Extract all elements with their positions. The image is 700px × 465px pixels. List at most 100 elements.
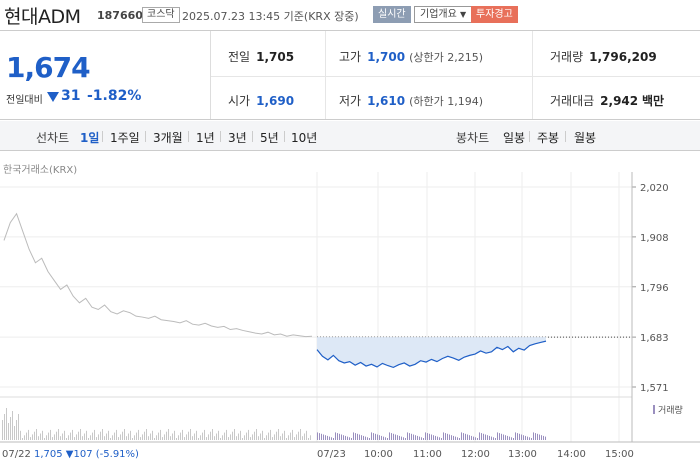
volume-bar — [180, 432, 181, 440]
x-tick-label: 12:00 — [461, 449, 490, 460]
volume-bar — [236, 436, 237, 440]
volume-bar — [126, 436, 127, 440]
volume-bar — [537, 433, 538, 440]
tab-1y[interactable]: 1년 — [196, 129, 215, 146]
amount-cell: 거래대금 2,942 백만 — [550, 92, 664, 109]
row-divider — [211, 76, 700, 77]
volume-bar — [142, 434, 143, 440]
volume-bar — [64, 430, 65, 440]
amount-value: 2,942 — [600, 94, 639, 108]
x-tick-label: 14:00 — [557, 449, 586, 460]
volume-bar — [497, 432, 498, 440]
volume-bar — [188, 431, 189, 440]
volume-bar — [206, 437, 207, 440]
company-overview-button[interactable]: 기업개요 ▼ — [414, 6, 473, 23]
volume-bar — [403, 437, 404, 440]
volume-bar — [162, 437, 163, 440]
volume-bar — [405, 438, 406, 440]
tab-divider — [252, 131, 253, 142]
volume-bar — [24, 435, 25, 440]
volume-bar — [317, 432, 318, 440]
volume-bar — [481, 433, 482, 440]
volume-bar — [56, 431, 57, 440]
volume-bar — [72, 429, 73, 440]
tab-5y[interactable]: 5년 — [260, 129, 279, 146]
volume-bar — [248, 429, 249, 440]
volume-bar — [238, 433, 239, 440]
volume-bar — [98, 434, 99, 440]
volume-bar — [152, 430, 153, 440]
candle-chart-label: 봉차트 — [456, 131, 490, 145]
volume-bar — [154, 438, 155, 440]
tab-3m[interactable]: 3개월 — [153, 129, 183, 146]
volume-bar — [304, 433, 305, 440]
volume-bar — [276, 431, 277, 440]
volume-bar — [160, 429, 161, 440]
tab-3y[interactable]: 3년 — [228, 129, 247, 146]
prev-day-line — [3, 212, 313, 338]
volume-bar — [407, 432, 408, 440]
volume-bar — [467, 434, 468, 440]
volume-bar — [280, 436, 281, 440]
volume-bar — [114, 432, 115, 440]
volume-bar — [387, 438, 388, 440]
current-price-box: 1,674 전일대비 31 -1.82% — [0, 31, 211, 119]
tab-daily[interactable]: 일봉 — [503, 129, 525, 146]
volume-bar — [36, 429, 37, 440]
x-tick-label: 11:00 — [413, 449, 442, 460]
tab-1d[interactable]: 1일 — [80, 129, 99, 146]
volume-bar — [158, 432, 159, 440]
volume-bar — [302, 436, 303, 440]
market-badge: 코스닥 — [142, 7, 180, 23]
volume-bar — [214, 436, 215, 440]
column-divider — [532, 31, 533, 119]
investment-warning-badge[interactable]: 투자경고 — [471, 6, 518, 23]
volume-bar — [134, 435, 135, 440]
volume-bar — [186, 434, 187, 440]
volume-bar — [501, 433, 502, 440]
tab-10y[interactable]: 10년 — [291, 129, 317, 146]
volume-value: 1,796,209 — [589, 50, 657, 64]
volume-bar — [250, 437, 251, 440]
volume-bar — [96, 437, 97, 440]
volume-bar — [391, 433, 392, 440]
volume-bar — [417, 435, 418, 440]
volume-bar — [439, 437, 440, 440]
tab-monthly[interactable]: 월봉 — [574, 129, 596, 146]
current-price: 1,674 — [6, 51, 91, 84]
volume-bar — [535, 433, 536, 440]
volume-bar — [355, 433, 356, 440]
volume-bar — [242, 438, 243, 440]
volume-bar — [120, 434, 121, 440]
volume-bar — [268, 432, 269, 440]
volume-bar — [282, 433, 283, 440]
volume-bar — [377, 434, 378, 440]
volume-bar — [397, 435, 398, 440]
volume-bar — [341, 434, 342, 440]
volume-bar — [361, 435, 362, 440]
volume-bar — [469, 435, 470, 440]
tab-1w[interactable]: 1주일 — [110, 129, 140, 146]
volume-bar — [178, 435, 179, 440]
tab-divider — [565, 131, 566, 142]
volume-bar — [519, 433, 520, 440]
volume-bar — [246, 432, 247, 440]
tab-weekly[interactable]: 주봉 — [537, 129, 559, 146]
volume-bar — [110, 438, 111, 440]
open-value: 1,690 — [256, 94, 295, 108]
volume-bar — [357, 433, 358, 440]
volume-bar — [294, 437, 295, 440]
stock-name: 현대ADM — [4, 6, 81, 28]
volume-bar — [321, 433, 322, 440]
volume-bar — [485, 434, 486, 440]
volume-bar — [337, 433, 338, 440]
volume-bar — [429, 433, 430, 440]
volume-bar — [38, 436, 39, 440]
volume-bar — [491, 436, 492, 440]
tab-divider — [188, 131, 189, 142]
volume-bar — [296, 434, 297, 440]
volume-bar — [262, 430, 263, 440]
realtime-button[interactable]: 실시간 — [373, 6, 411, 23]
intraday-chart[interactable]: 한국거래소(KRX) 2,020 1,908 1,796 1,683 1,571 07/… — [0, 152, 700, 465]
volume-bar — [86, 430, 87, 440]
